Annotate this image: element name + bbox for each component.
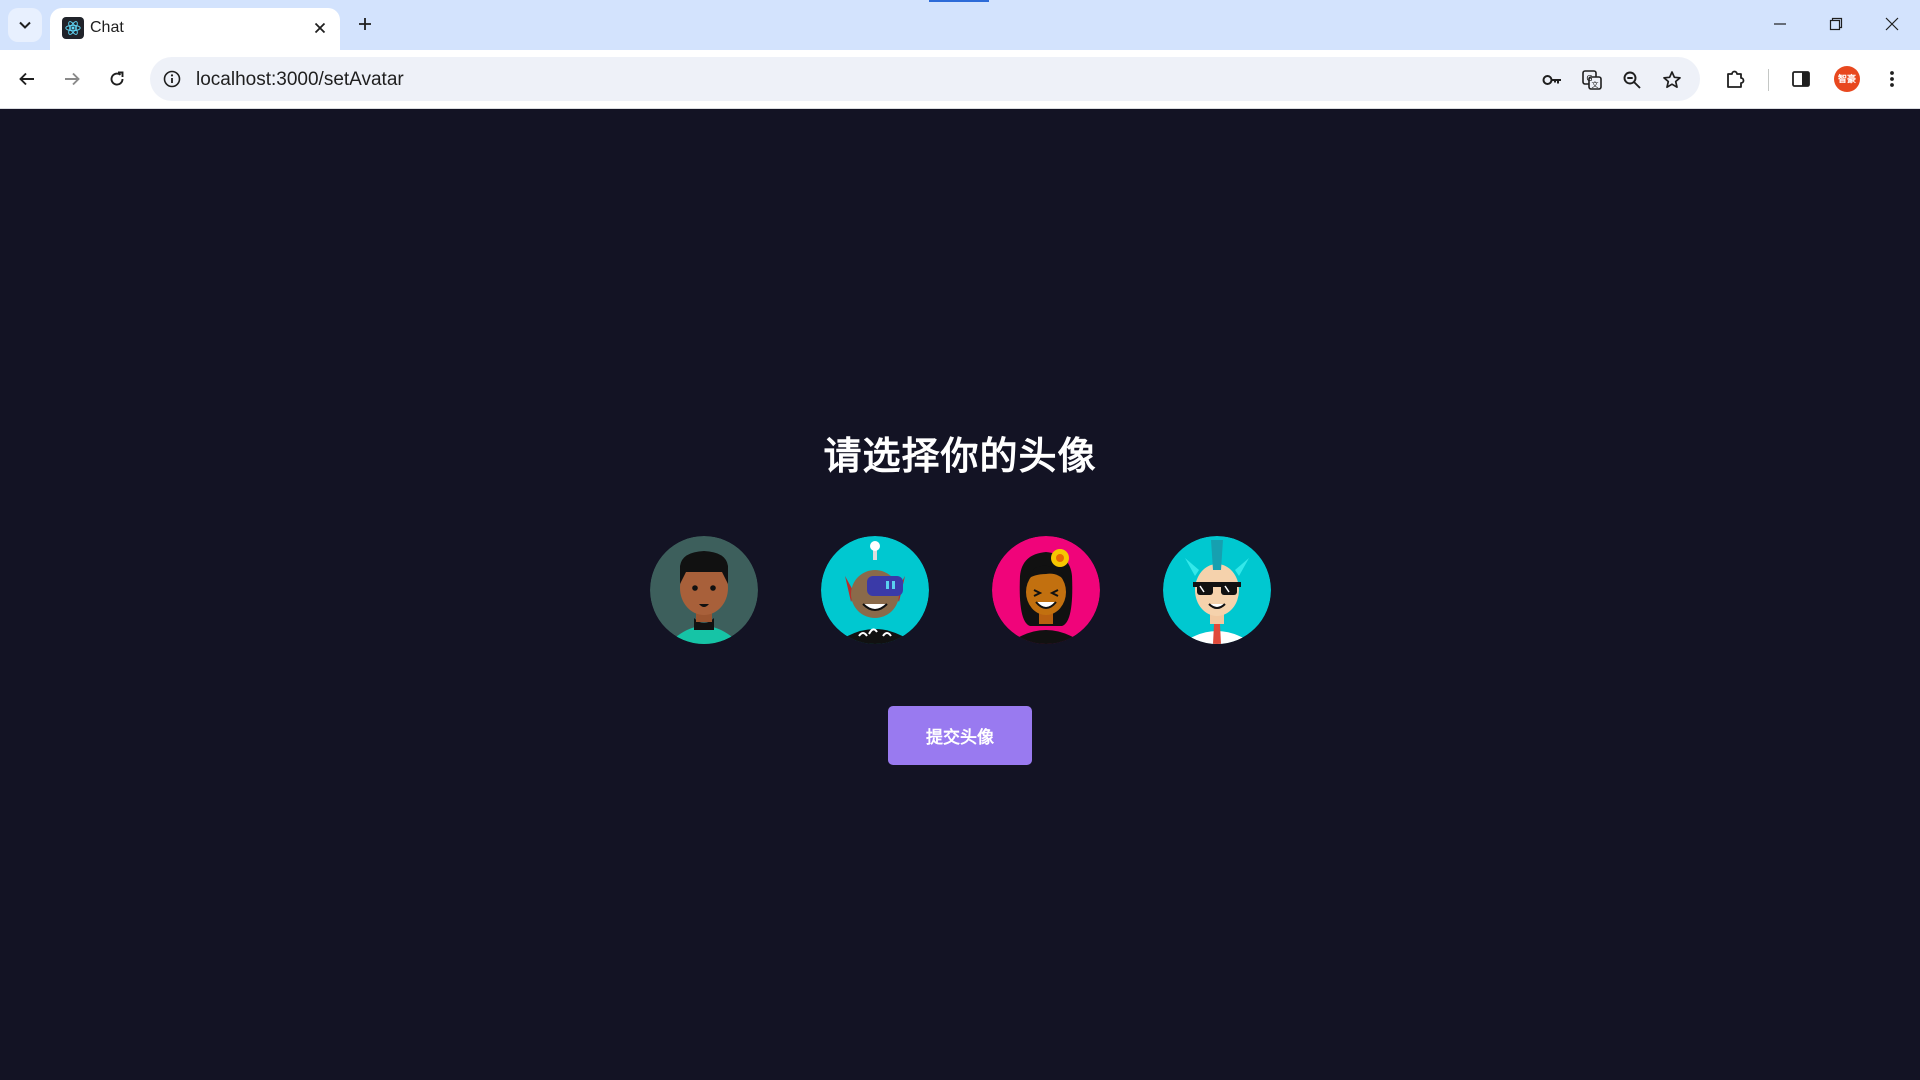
- tab-chat[interactable]: Chat: [50, 8, 340, 50]
- tab-strip: Chat: [0, 0, 1920, 50]
- translate-button[interactable]: G 文: [1577, 65, 1607, 95]
- forward-button[interactable]: [55, 62, 89, 96]
- zoom-icon: [1623, 71, 1641, 89]
- info-icon: [163, 70, 181, 88]
- new-tab-button[interactable]: [351, 10, 379, 38]
- react-icon: [62, 17, 84, 39]
- reload-button[interactable]: [100, 62, 134, 96]
- tab-title: Chat: [90, 19, 124, 36]
- avatar-list: [0, 533, 1920, 647]
- tab-search-icon: [19, 21, 31, 29]
- browser-menu-button[interactable]: [1875, 62, 1909, 96]
- minimize-button[interactable]: [1752, 0, 1808, 48]
- set-avatar-page: 请选择你的头像 提交头像: [0, 109, 1920, 1080]
- menu-icon: [1890, 71, 1894, 87]
- zoom-button[interactable]: [1617, 65, 1647, 95]
- tab-indicator: [929, 0, 989, 2]
- avatar-3[interactable]: [989, 533, 1103, 647]
- side-panel-button[interactable]: [1784, 62, 1818, 96]
- password-button[interactable]: [1537, 65, 1567, 95]
- translate-icon: G 文: [1582, 70, 1602, 90]
- restore-icon: [1829, 17, 1843, 31]
- browser-toolbar: localhost:3000/setAvatar G 文 智豪: [0, 50, 1920, 109]
- window-controls: [1752, 0, 1920, 48]
- tab-search-button[interactable]: [8, 8, 42, 42]
- close-icon: [1885, 17, 1899, 31]
- address-bar[interactable]: localhost:3000/setAvatar G 文: [150, 57, 1700, 101]
- site-info-button[interactable]: [160, 67, 184, 91]
- star-icon: [1663, 71, 1681, 89]
- page-title: 请选择你的头像: [823, 436, 1097, 478]
- back-icon: [19, 72, 34, 86]
- profile-button[interactable]: 智豪: [1834, 66, 1860, 92]
- url-text: localhost:3000/setAvatar: [196, 69, 404, 90]
- avatar-2[interactable]: [818, 533, 932, 647]
- restore-button[interactable]: [1808, 0, 1864, 48]
- tab-close-button[interactable]: [308, 16, 332, 40]
- key-icon: [1542, 75, 1561, 85]
- sidepanel-icon: [1792, 71, 1810, 87]
- svg-text:文: 文: [1592, 80, 1599, 89]
- plus-icon: [359, 18, 371, 30]
- close-icon: [314, 22, 326, 34]
- back-button[interactable]: [10, 62, 44, 96]
- bookmark-button[interactable]: [1657, 65, 1687, 95]
- avatar-4[interactable]: [1160, 533, 1274, 647]
- reload-icon: [110, 71, 124, 86]
- avatar-1[interactable]: [647, 533, 761, 647]
- close-window-button[interactable]: [1864, 0, 1920, 48]
- extensions-icon: [1727, 70, 1745, 88]
- minimize-icon: [1774, 23, 1786, 25]
- extensions-button[interactable]: [1718, 62, 1752, 96]
- submit-avatar-button[interactable]: 提交头像: [888, 706, 1032, 765]
- forward-icon: [65, 72, 80, 86]
- toolbar-divider: [1768, 69, 1769, 91]
